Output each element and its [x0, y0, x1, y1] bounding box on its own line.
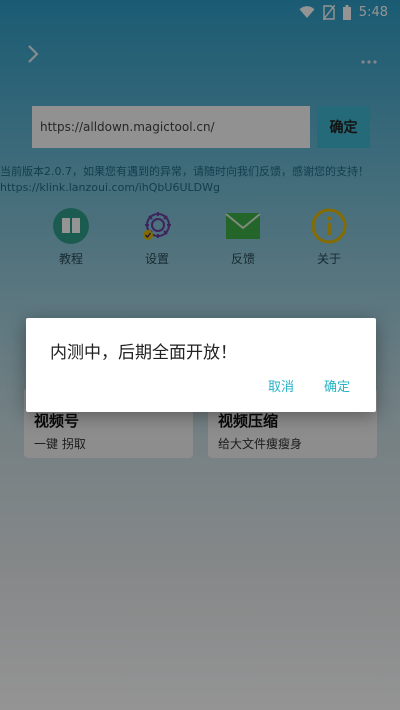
- dialog-ok-button[interactable]: 确定: [324, 376, 350, 395]
- dialog-message: 内测中，后期全面开放！: [50, 343, 237, 363]
- alert-dialog: 内测中，后期全面开放！ 取消 确定: [26, 318, 376, 412]
- dialog-cancel-button[interactable]: 取消: [268, 376, 294, 395]
